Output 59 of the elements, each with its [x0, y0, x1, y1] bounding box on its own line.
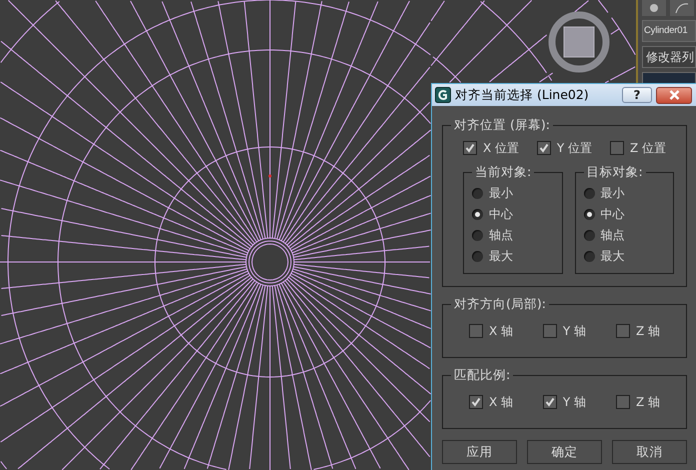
radio-button[interactable]	[584, 209, 594, 220]
check-icon	[544, 397, 555, 407]
checkbox-label: X 位置	[483, 140, 520, 156]
radio-button[interactable]	[472, 188, 483, 199]
view-cube-icon[interactable]	[548, 12, 610, 72]
checkbox-label: Y 轴	[562, 322, 586, 340]
group-title: 对齐方向(局部):	[453, 296, 547, 313]
close-button[interactable]	[656, 86, 692, 104]
checkbox[interactable]	[469, 395, 483, 409]
checkbox-label: Z 位置	[630, 140, 666, 156]
radio-button[interactable]	[584, 251, 594, 262]
checkbox[interactable]	[463, 141, 477, 155]
checkbox[interactable]	[469, 324, 483, 338]
checkbox-label: X 轴	[489, 322, 514, 340]
group-title: 目标对象:	[586, 164, 644, 181]
radio-button[interactable]	[472, 209, 483, 220]
radio-label: 中心	[489, 206, 513, 223]
radio-label: 最大	[600, 248, 624, 265]
curve-icon	[675, 2, 689, 14]
checkbox[interactable]	[616, 324, 630, 338]
dialog-button[interactable]: 确定	[527, 440, 602, 464]
modifier-list-dropdown[interactable]: 修改器列	[642, 46, 696, 68]
dialog-button[interactable]: 取消	[612, 440, 687, 464]
radio-button[interactable]	[472, 230, 483, 241]
radio-label: 最大	[489, 248, 513, 265]
wireframe-drawing	[574, 0, 608, 14]
checkbox[interactable]	[542, 324, 557, 338]
app-logo-icon	[435, 87, 451, 103]
checkbox[interactable]	[610, 141, 624, 155]
radio-label: 最小	[489, 185, 513, 202]
group-title: 当前对象:	[474, 164, 532, 181]
dialog-button[interactable]: 应用	[442, 440, 517, 464]
check-icon	[538, 143, 549, 153]
pivot-marker	[268, 174, 272, 178]
radio-button[interactable]	[584, 230, 594, 241]
radio-button[interactable]	[472, 251, 483, 262]
object-name-field[interactable]: Cylinder01	[642, 20, 696, 42]
checkbox-label: Y 位置	[556, 140, 592, 156]
checkbox-label: Z 轴	[636, 394, 660, 410]
radio-button[interactable]	[584, 188, 594, 199]
radio-label: 轴点	[489, 227, 513, 244]
hierarchy-tab[interactable]	[670, 0, 694, 16]
checkbox-label: Z 轴	[636, 322, 660, 340]
checkbox[interactable]	[536, 141, 551, 155]
checkbox[interactable]	[542, 395, 557, 409]
group-title: 对齐位置 (屏幕):	[453, 117, 551, 134]
check-icon	[465, 143, 475, 153]
group-title: 匹配比例:	[453, 367, 512, 384]
radio-label: 中心	[600, 206, 624, 223]
radio-label: 轴点	[600, 227, 624, 244]
checkbox-label: Y 轴	[562, 394, 586, 410]
help-button[interactable]: ?	[622, 87, 652, 103]
modify-tab[interactable]	[642, 0, 666, 16]
check-icon	[471, 397, 481, 407]
radio-label: 最小	[600, 185, 624, 202]
close-icon	[668, 90, 680, 100]
checkbox-label: X 轴	[489, 394, 514, 410]
checkbox[interactable]	[616, 395, 630, 409]
dialog-title: 对齐当前选择 (Line02)	[455, 86, 590, 104]
